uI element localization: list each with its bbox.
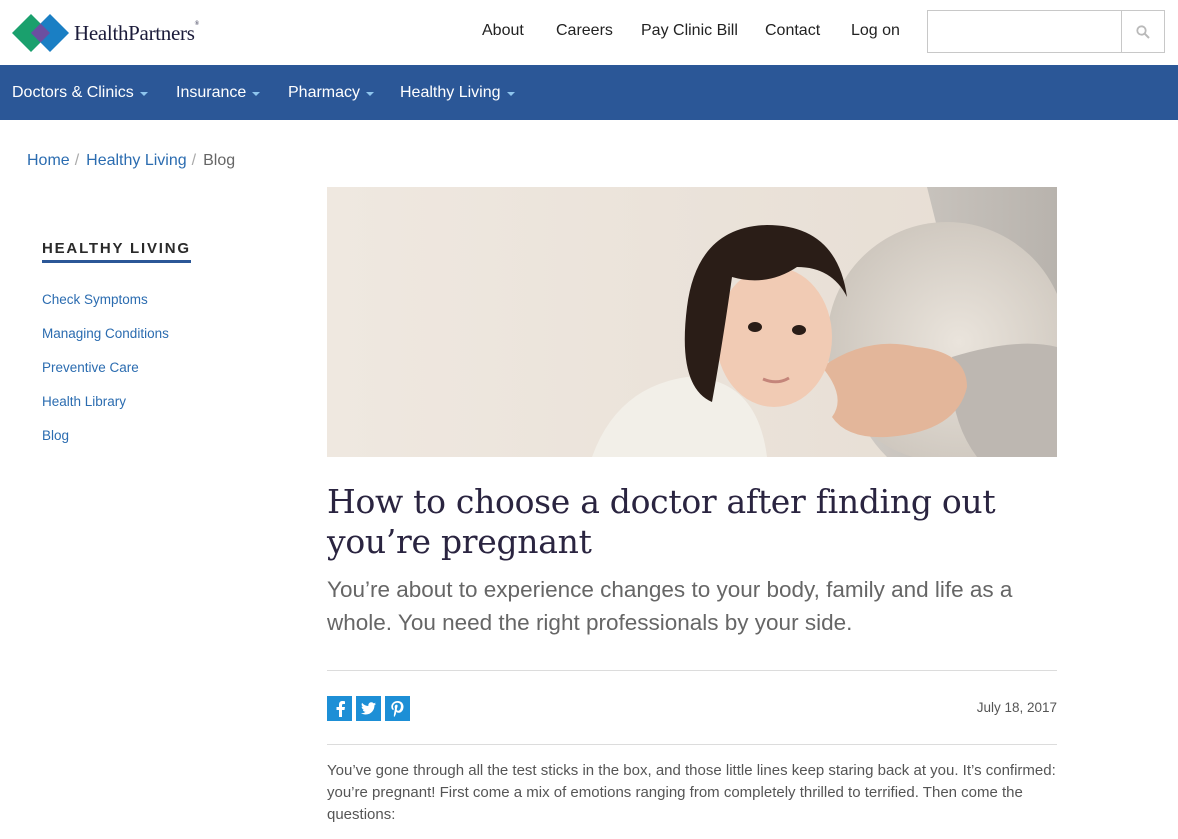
search-icon [1136,24,1150,39]
nav-healthy-living[interactable]: Healthy Living [400,65,515,120]
nav-label: Pharmacy [288,83,361,101]
careers-link[interactable]: Careers [556,22,613,40]
nav-insurance[interactable]: Insurance [176,65,261,120]
article-date: July 18, 2017 [976,700,1057,715]
nav-pharmacy[interactable]: Pharmacy [288,65,375,120]
nav-label: Insurance [176,83,247,101]
article-body: You’ve gone through all the test sticks … [327,762,1056,823]
sidebar: HEALTHY LIVING Check Symptoms Managing C… [42,240,262,461]
about-link[interactable]: About [482,22,524,40]
breadcrumb-home[interactable]: Home [27,152,70,169]
breadcrumb-separator: / [74,152,80,169]
sidebar-item-check-symptoms[interactable]: Check Symptoms [42,291,262,325]
healthpartners-logo[interactable]: HealthPartners® [12,14,199,52]
article-title: How to choose a doctor after finding out… [327,482,996,561]
logo-text: HealthPartners® [74,20,199,45]
pay-clinic-bill-link[interactable]: Pay Clinic Bill [641,22,738,40]
main-nav: Doctors & Clinics Insurance Pharmacy Hea… [0,65,1178,120]
search-box [927,10,1165,53]
sidebar-item-health-library[interactable]: Health Library [42,393,262,427]
breadcrumb: Home / Healthy Living / Blog [27,152,235,170]
breadcrumb-current: Blog [203,152,236,169]
pinterest-icon [391,700,404,717]
caret-down-icon [506,91,515,96]
facebook-share-button[interactable] [327,696,352,721]
sidebar-item-preventive-care[interactable]: Preventive Care [42,359,262,393]
sidebar-heading: HEALTHY LIVING [42,240,191,263]
article-subtitle: You’re about to experience changes to yo… [327,577,1013,635]
log-on-link[interactable]: Log on [851,22,900,40]
logo-diamonds-icon [12,14,69,52]
sidebar-links: Check Symptoms Managing Conditions Preve… [42,291,262,461]
caret-down-icon [139,91,148,96]
pinterest-share-button[interactable] [385,696,410,721]
sidebar-item-blog[interactable]: Blog [42,427,262,461]
breadcrumb-healthy-living[interactable]: Healthy Living [86,152,187,169]
divider [327,744,1057,745]
top-header: HealthPartners® About Careers Pay Clinic… [0,0,1178,65]
caret-down-icon [366,91,375,96]
breadcrumb-separator: / [191,152,197,169]
search-button[interactable] [1121,11,1164,52]
twitter-share-button[interactable] [356,696,381,721]
search-input[interactable] [928,11,1122,52]
caret-down-icon [252,91,261,96]
nav-label: Healthy Living [400,83,501,101]
twitter-icon [361,702,376,715]
contact-link[interactable]: Contact [765,22,820,40]
hero-image [327,187,1057,457]
nav-doctors-clinics[interactable]: Doctors & Clinics [12,65,148,120]
facebook-icon [336,700,345,717]
divider [327,670,1057,671]
share-buttons [327,696,410,721]
hero-photo-illustration [327,187,1057,457]
sidebar-item-managing-conditions[interactable]: Managing Conditions [42,325,262,359]
nav-label: Doctors & Clinics [12,83,134,101]
